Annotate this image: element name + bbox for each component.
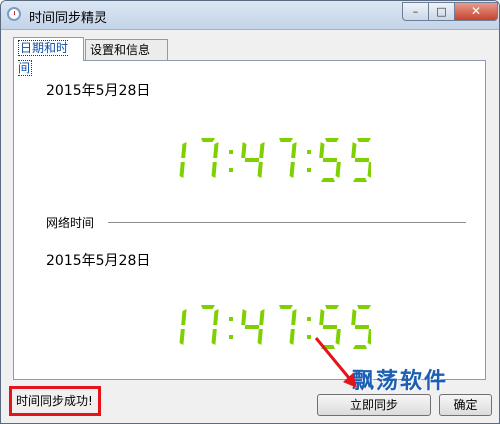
clock-digit-segment bbox=[259, 142, 265, 158]
app-window: 时间同步精灵 – □ ✕ 日期和时间 设置和信息 2015年5月28日 网络时间… bbox=[0, 0, 500, 424]
close-button[interactable]: ✕ bbox=[454, 2, 498, 21]
clock-digit-segment bbox=[322, 325, 338, 329]
clock-colon-dot bbox=[307, 168, 311, 172]
clock-digit-segment bbox=[211, 162, 217, 178]
clock-digit-segment bbox=[357, 305, 371, 309]
clock-digit-segment bbox=[335, 162, 341, 178]
clock-digit-segment bbox=[321, 178, 335, 182]
clock-digit-segment bbox=[325, 138, 339, 142]
clock-digit-segment bbox=[179, 162, 185, 178]
status-message: 时间同步成功! bbox=[9, 386, 101, 416]
clock-digit-segment bbox=[291, 142, 297, 158]
clock-digit-segment bbox=[179, 329, 185, 345]
clock-digit-segment bbox=[181, 142, 187, 158]
clock-digit-segment bbox=[367, 162, 371, 178]
clock-digit-segment bbox=[353, 178, 367, 182]
network-date: 2015年5月28日 bbox=[46, 253, 151, 269]
clock-colon-dot bbox=[229, 317, 233, 321]
clock-digit-segment bbox=[289, 329, 295, 345]
clock-digit-segment bbox=[213, 142, 219, 158]
ok-button[interactable]: 确定 bbox=[439, 394, 492, 416]
clock-digit-segment bbox=[291, 309, 297, 325]
clock-colon-dot bbox=[229, 150, 233, 154]
clock-digit-segment bbox=[325, 305, 339, 309]
clock-digit-segment bbox=[259, 309, 265, 325]
red-arrow-annotation bbox=[314, 337, 357, 388]
clock-digit-segment bbox=[257, 329, 263, 345]
local-clock-display bbox=[179, 138, 371, 182]
clock-colon-dot bbox=[229, 168, 233, 172]
clock-digit-segment bbox=[241, 142, 247, 158]
window-title: 时间同步精灵 bbox=[29, 11, 108, 26]
clock-digit-segment bbox=[354, 325, 370, 329]
divider bbox=[108, 222, 466, 223]
clock-colon-dot bbox=[307, 317, 311, 321]
clock-digit-segment bbox=[201, 138, 215, 142]
tab-date-time[interactable]: 日期和时间 bbox=[13, 37, 84, 76]
maximize-button[interactable]: □ bbox=[428, 2, 455, 21]
clock-digit-segment bbox=[354, 158, 370, 162]
title-bar[interactable]: 时间同步精灵 – □ ✕ bbox=[1, 1, 499, 30]
clock-digit-segment bbox=[351, 309, 357, 325]
clock-icon bbox=[7, 7, 21, 21]
clock-digit-segment bbox=[319, 142, 325, 158]
minimize-button[interactable]: – bbox=[402, 2, 429, 21]
clock-digit-segment bbox=[181, 309, 187, 325]
clock-digit-segment bbox=[241, 309, 247, 325]
local-date: 2015年5月28日 bbox=[46, 83, 151, 99]
clock-digit-segment bbox=[257, 162, 263, 178]
clock-digit-segment bbox=[211, 329, 217, 345]
tab-settings-info[interactable]: 设置和信息 bbox=[85, 39, 168, 60]
clock-digit-segment bbox=[289, 162, 295, 178]
clock-digit-segment bbox=[279, 305, 293, 309]
clock-colon-dot bbox=[229, 335, 233, 339]
clock-digit-segment bbox=[244, 158, 260, 162]
clock-digit-segment bbox=[351, 142, 357, 158]
clock-digit-segment bbox=[279, 138, 293, 142]
network-time-label: 网络时间 bbox=[46, 216, 95, 230]
clock-digit-segment bbox=[322, 158, 338, 162]
clock-digit-segment bbox=[319, 309, 325, 325]
clock-colon-dot bbox=[307, 150, 311, 154]
clock-digit-segment bbox=[357, 138, 371, 142]
clock-digit-segment bbox=[201, 305, 215, 309]
clock-digit-segment bbox=[244, 325, 260, 329]
sync-now-button[interactable]: 立即同步 bbox=[317, 394, 431, 416]
clock-digit-segment bbox=[213, 309, 219, 325]
